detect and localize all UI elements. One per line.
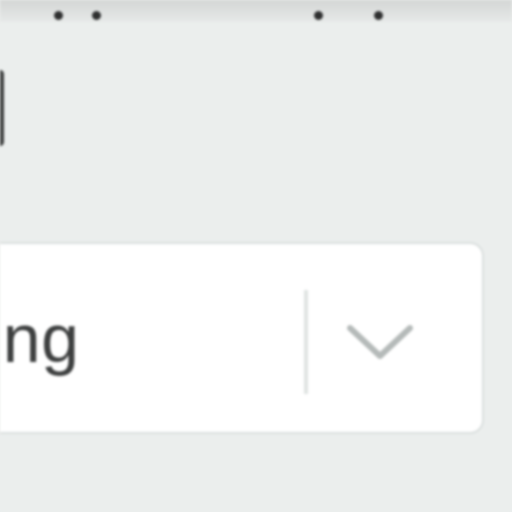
toolbar-dot <box>92 11 101 20</box>
toolbar-dot <box>54 11 63 20</box>
window-viewport: menting <box>0 0 512 512</box>
chevron-down-icon <box>347 325 413 359</box>
selected-value: menting <box>0 301 80 377</box>
window-toolbar <box>0 0 512 22</box>
left-control-edge[interactable] <box>0 70 4 146</box>
toolbar-dot <box>314 11 323 20</box>
dropdown-toggle-button[interactable] <box>342 284 442 394</box>
toolbar-dot <box>374 11 383 20</box>
dropdown-select[interactable]: menting <box>0 242 484 434</box>
select-divider <box>304 290 308 394</box>
field-label-below <box>40 490 51 512</box>
